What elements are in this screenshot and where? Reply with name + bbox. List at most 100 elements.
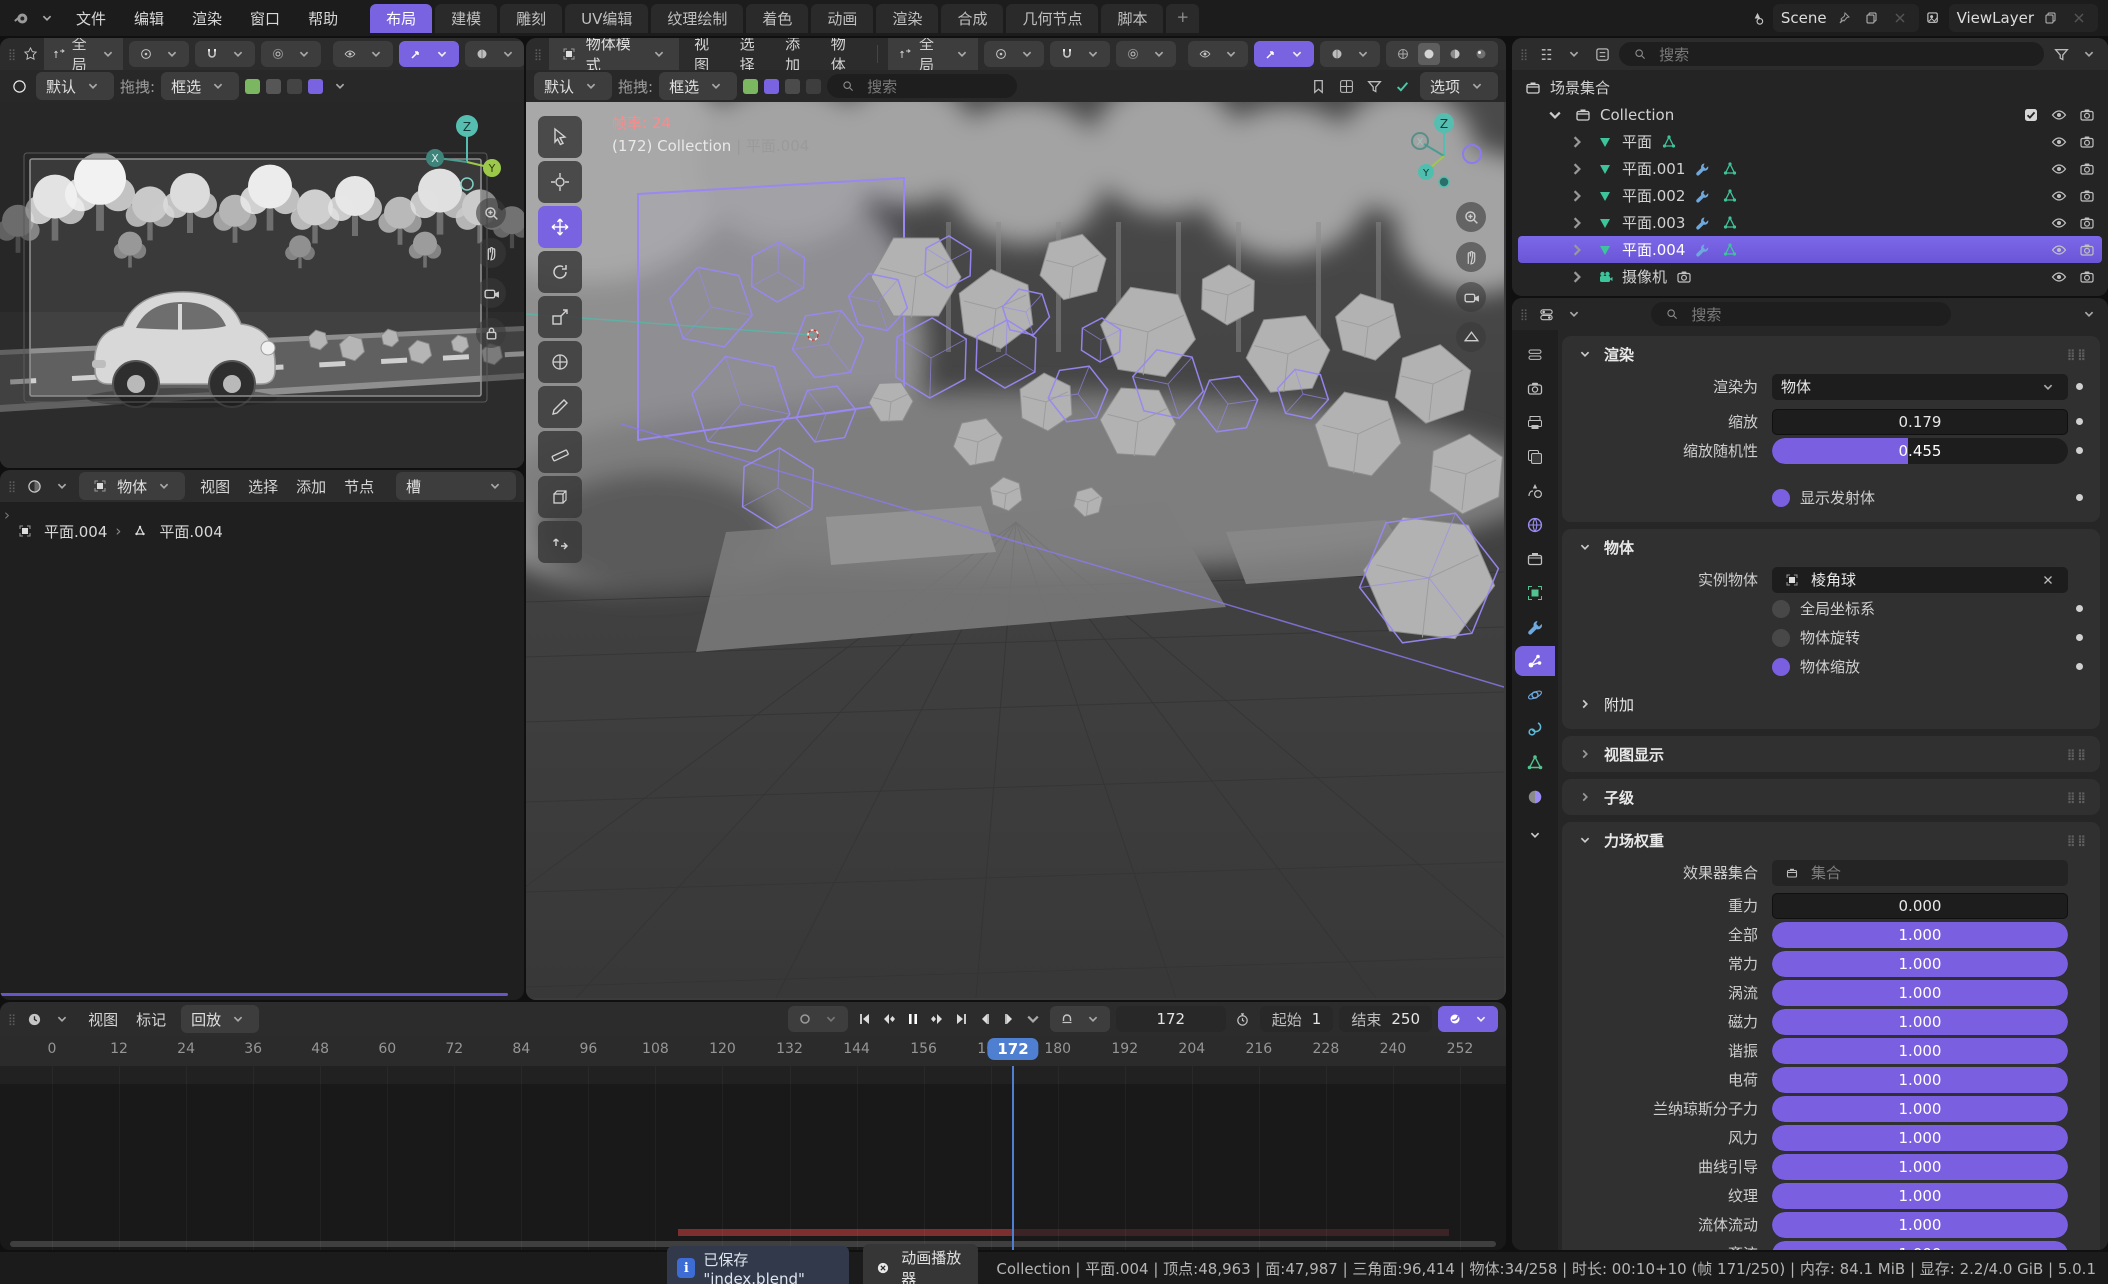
chevron-right-icon[interactable] — [1566, 131, 1588, 153]
workspace-tab-动画[interactable]: 动画 — [811, 4, 873, 33]
camera-axis-gizmo[interactable]: Z X Y — [424, 110, 510, 200]
item-label[interactable]: 平面 — [1622, 131, 1652, 152]
weight-slider[interactable]: 1.000 — [1772, 1212, 2068, 1238]
animate-dot[interactable] — [2068, 383, 2090, 390]
workspace-tab-建模[interactable]: 建模 — [435, 4, 497, 33]
pan-hand-icon[interactable] — [476, 238, 506, 268]
delete-scene-icon[interactable] — [1889, 7, 1911, 29]
tool-measure[interactable] — [538, 431, 582, 473]
cancel-job-icon[interactable] — [873, 1257, 893, 1279]
color-chip-green[interactable] — [245, 79, 260, 94]
hide-viewport-icon[interactable] — [2048, 239, 2070, 261]
item-label[interactable]: 摄像机 — [1622, 266, 1667, 287]
tab-modifiers[interactable] — [1515, 612, 1555, 642]
grip-icon[interactable]: ⣿ — [8, 1013, 17, 1026]
main-menu-0[interactable]: 文件 — [62, 4, 120, 33]
playhead[interactable]: 172 — [1012, 1066, 1014, 1250]
weight-slider[interactable]: 1.000 — [1772, 1096, 2068, 1122]
disable-render-icon[interactable] — [2076, 158, 2098, 180]
camera-data-icon[interactable] — [1673, 266, 1695, 288]
panel-子级[interactable]: 子级⣿⣿ — [1562, 779, 2100, 815]
snap-dropdown[interactable] — [195, 41, 255, 67]
chevron-down-icon[interactable] — [2078, 43, 2100, 65]
color-chip-purple[interactable] — [308, 79, 323, 94]
breadcrumb-data[interactable]: 平面.004 — [159, 521, 222, 542]
main-axis-gizmo[interactable]: Z X Y — [1404, 106, 1490, 196]
grid-layout-icon[interactable] — [1336, 75, 1358, 97]
workspace-tab-雕刻[interactable]: 雕刻 — [500, 4, 562, 33]
weight-slider[interactable]: 1.000 — [1772, 1241, 2068, 1251]
workspace-tab-布局[interactable]: 布局 — [370, 4, 432, 33]
options-dropdown[interactable]: 选项 — [1420, 72, 1498, 100]
tab-physics[interactable] — [1515, 680, 1555, 710]
exclude-checkbox-icon[interactable] — [2020, 104, 2042, 126]
autokey-group[interactable] — [788, 1006, 848, 1032]
tab-object-data[interactable] — [1515, 748, 1555, 778]
clear-icon[interactable] — [2037, 569, 2059, 591]
pause-button[interactable] — [902, 1008, 924, 1030]
visibility-dropdown[interactable] — [333, 41, 393, 67]
editor-type-icon[interactable] — [1535, 303, 1557, 325]
chevron-right-icon[interactable] — [1566, 212, 1588, 234]
zoom-icon[interactable] — [476, 198, 506, 228]
workspace-tab-渲染[interactable]: 渲染 — [876, 4, 938, 33]
lock-view-icon[interactable] — [476, 318, 506, 348]
grip-icon[interactable]: ⣿ — [8, 48, 17, 61]
shading-material-icon[interactable] — [1444, 43, 1466, 65]
grip-icon[interactable]: ⣿ — [534, 48, 543, 61]
viewlayer-icon[interactable] — [1923, 7, 1945, 29]
tab-material[interactable] — [1515, 782, 1555, 812]
workspace-tab-脚本[interactable]: 脚本 — [1101, 4, 1163, 33]
chevron-down-icon[interactable] — [51, 1008, 73, 1030]
tab-world[interactable] — [1515, 510, 1555, 540]
next-frame-button[interactable] — [998, 1008, 1020, 1030]
breadcrumb-object[interactable]: 平面.004 — [44, 521, 107, 542]
workspace-tab-合成[interactable]: 合成 — [941, 4, 1003, 33]
toggle-perspective-icon[interactable] — [1456, 322, 1486, 352]
add-workspace-button[interactable]: + — [1166, 4, 1199, 33]
playback-menu[interactable]: 回放 — [181, 1005, 259, 1033]
item-label[interactable]: 平面.002 — [1622, 185, 1685, 206]
tab-particles[interactable] — [1515, 646, 1555, 676]
overlays-dropdown[interactable] — [1320, 41, 1380, 67]
loop-group[interactable] — [1050, 1006, 1110, 1032]
hide-viewport-icon[interactable] — [2048, 212, 2070, 234]
current-frame-badge[interactable]: 172 — [987, 1038, 1038, 1060]
new-scene-icon[interactable] — [1861, 7, 1883, 29]
current-frame-field[interactable]: 172 — [1116, 1006, 1226, 1032]
filter-funnel-icon[interactable] — [1364, 75, 1386, 97]
shader-menu-0[interactable]: 视图 — [191, 473, 239, 500]
item-label[interactable]: Collection — [1600, 106, 2014, 124]
timeline-menu-1[interactable]: 标记 — [127, 1006, 175, 1033]
animate-dot[interactable] — [2068, 634, 2090, 641]
weight-slider[interactable]: 1.000 — [1772, 1038, 2068, 1064]
mesh-data-icon[interactable] — [1719, 212, 1741, 234]
tab-collection[interactable] — [1515, 544, 1555, 574]
modifier-icon[interactable] — [1691, 212, 1713, 234]
stencil-chip[interactable] — [806, 79, 821, 94]
drag-mode-dropdown[interactable]: 框选 — [161, 72, 239, 100]
mesh-data-icon[interactable] — [1719, 239, 1741, 261]
properties-search-input[interactable]: 搜索 — [1651, 302, 1951, 326]
outliner-item-平面[interactable]: 平面 — [1518, 128, 2102, 155]
hide-viewport-icon[interactable] — [2048, 104, 2070, 126]
snap-check-icon[interactable] — [1392, 75, 1414, 97]
panel-drag-dots[interactable]: ⣿⣿ — [2067, 791, 2088, 804]
delete-viewlayer-icon[interactable] — [2068, 7, 2090, 29]
shading-wireframe-icon[interactable] — [1392, 43, 1414, 65]
mask-chip[interactable] — [785, 79, 800, 94]
item-label[interactable]: 平面.001 — [1622, 158, 1685, 179]
tool-preset-dropdown[interactable]: 默认 — [36, 72, 114, 100]
tab-constraints[interactable] — [1515, 714, 1555, 744]
editor-type-icon[interactable] — [23, 1008, 45, 1030]
chevron-right-icon[interactable] — [1566, 266, 1588, 288]
weight-slider[interactable]: 1.000 — [1772, 1183, 2068, 1209]
disable-render-icon[interactable] — [2076, 185, 2098, 207]
checkbox-物体旋转[interactable] — [1772, 629, 1790, 647]
panel-drag-dots[interactable]: ⣿⣿ — [2067, 834, 2088, 847]
frame-end-field[interactable]: 结束250 — [1339, 1006, 1432, 1032]
weight-slider[interactable]: 1.000 — [1772, 922, 2068, 948]
tab-viewlayer[interactable] — [1515, 442, 1555, 472]
expand-arrow-icon[interactable]: › — [4, 506, 10, 524]
tool-preset-dropdown[interactable]: 默认 — [534, 72, 612, 100]
